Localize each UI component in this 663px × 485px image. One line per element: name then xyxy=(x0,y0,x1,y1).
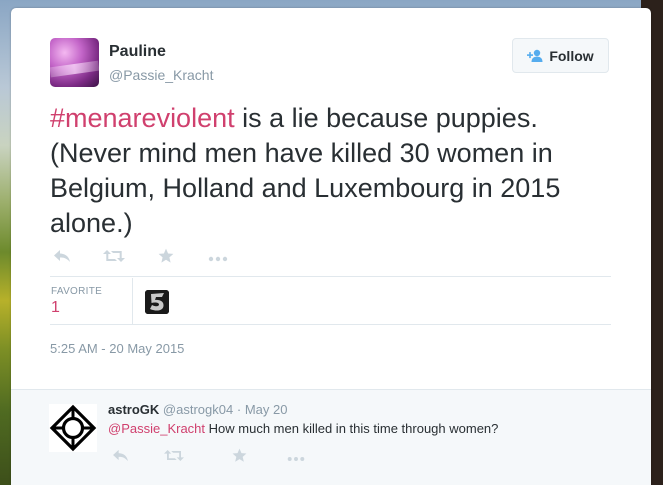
more-button[interactable] xyxy=(206,248,230,268)
reply-favorite-button[interactable] xyxy=(227,448,251,468)
retweet-button[interactable] xyxy=(102,248,126,268)
divider-bottom xyxy=(50,324,611,325)
reply-header: astroGK @astrogk04 · May 20 xyxy=(108,402,287,417)
tweet-card: Pauline @Passie_Kracht Follow #menarevio… xyxy=(11,8,651,485)
star-icon xyxy=(158,248,174,269)
reply-retweet-button[interactable] xyxy=(162,448,186,468)
reply-tweet: astroGK @astrogk04 · May 20 @Passie_Krac… xyxy=(11,389,651,485)
reply-author-avatar[interactable] xyxy=(49,404,97,452)
author-handle[interactable]: @Passie_Kracht xyxy=(109,67,213,83)
reply-text: @Passie_Kracht How much men killed in th… xyxy=(108,421,498,436)
reply-date[interactable]: May 20 xyxy=(245,402,288,417)
reply-icon xyxy=(53,249,71,268)
favoriter-avatar[interactable] xyxy=(145,290,169,314)
tweet-stats: FAVORITE 1 xyxy=(50,278,611,325)
reply-separator: · xyxy=(236,402,242,417)
more-icon xyxy=(287,449,305,467)
favorite-stat-count[interactable]: 1 xyxy=(51,299,60,317)
author-avatar[interactable] xyxy=(50,38,99,87)
reply-icon xyxy=(112,449,129,467)
reply-button[interactable] xyxy=(50,248,74,268)
tweet-timestamp[interactable]: 5:25 AM - 20 May 2015 xyxy=(50,341,184,356)
retweet-icon xyxy=(164,449,184,467)
reply-more-button[interactable] xyxy=(284,448,308,468)
reply-mention-link[interactable]: @Passie_Kracht xyxy=(108,421,205,436)
follow-label: Follow xyxy=(549,47,594,64)
reply-author-handle[interactable]: @astrogk04 xyxy=(163,402,233,417)
more-icon xyxy=(208,249,228,267)
tweet-text: #menareviolent is a lie because puppies.… xyxy=(50,101,610,241)
favorite-stat-label: FAVORITE xyxy=(51,286,103,297)
retweet-icon xyxy=(103,249,125,268)
favorite-button[interactable] xyxy=(154,248,178,268)
stats-divider xyxy=(132,278,133,324)
follow-button[interactable]: Follow xyxy=(512,38,609,73)
divider-top xyxy=(50,276,611,277)
star-icon xyxy=(232,448,247,468)
add-person-icon xyxy=(527,49,543,63)
author-name[interactable]: Pauline xyxy=(109,43,166,61)
hashtag-link[interactable]: #menareviolent xyxy=(50,103,235,133)
reply-reply-button[interactable] xyxy=(108,448,132,468)
reply-body: How much men killed in this time through… xyxy=(205,421,499,436)
reply-author-name[interactable]: astroGK xyxy=(108,402,159,417)
